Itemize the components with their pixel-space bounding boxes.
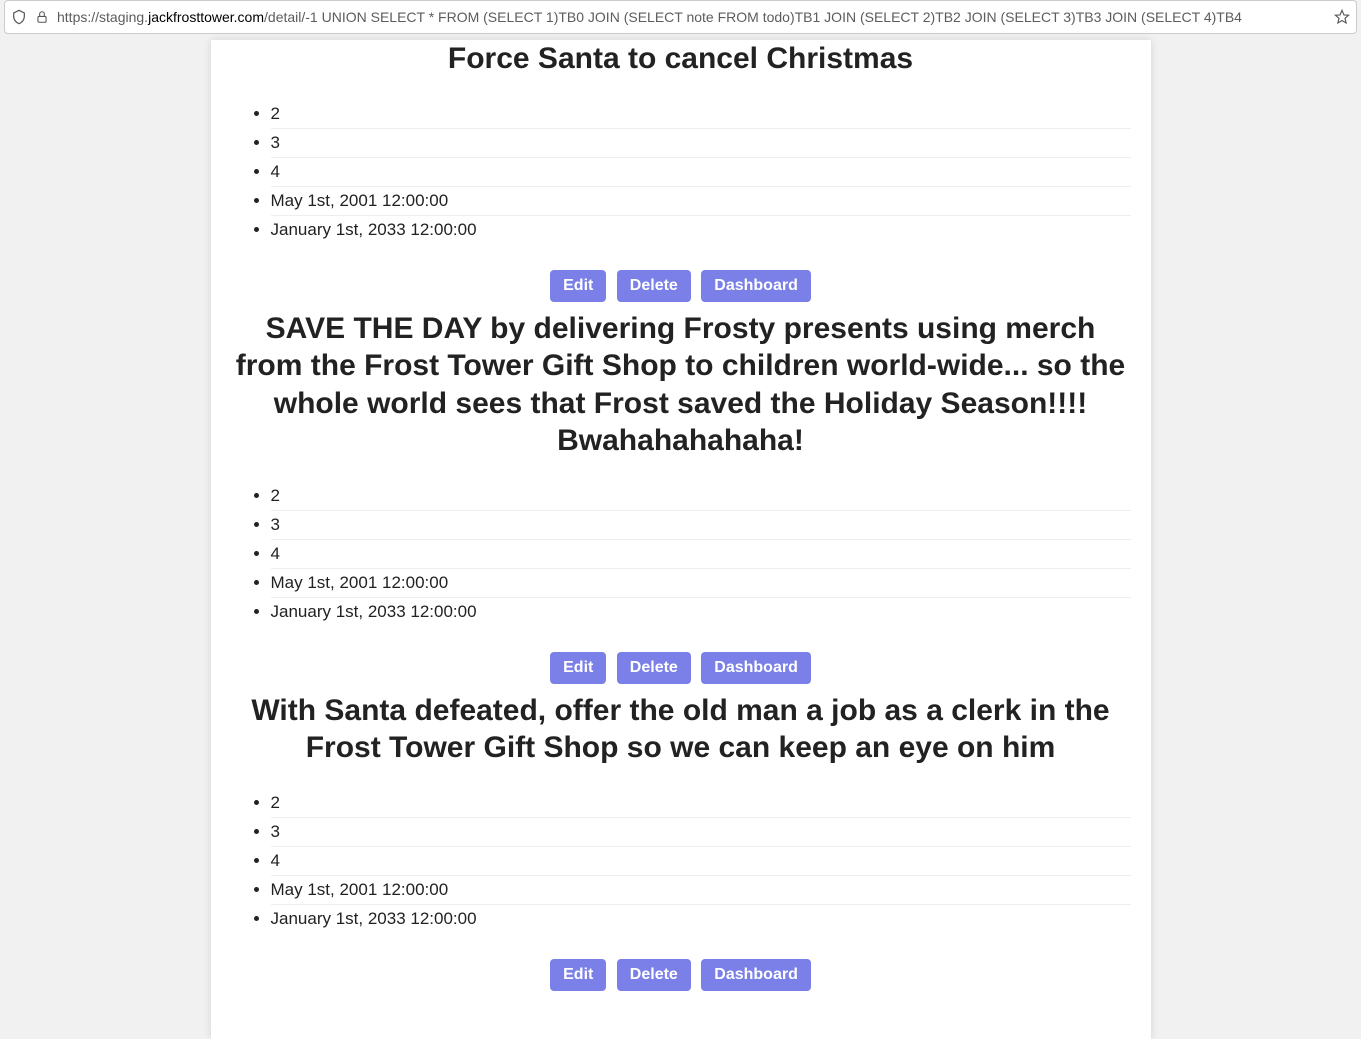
list-item: 3: [271, 129, 1131, 158]
page-content: Force Santa to cancel Christmas 2 3 4 Ma…: [211, 40, 1151, 1039]
shield-icon: [11, 9, 27, 25]
list-item: May 1st, 2001 12:00:00: [271, 876, 1131, 905]
url-text[interactable]: https://staging.jackfrosttower.com/detai…: [57, 9, 1326, 25]
record-title: Force Santa to cancel Christmas: [231, 40, 1131, 78]
list-item: May 1st, 2001 12:00:00: [271, 569, 1131, 598]
list-item: 2: [271, 100, 1131, 129]
list-item: 4: [271, 540, 1131, 569]
list-item: January 1st, 2033 12:00:00: [271, 216, 1131, 244]
list-item: January 1st, 2033 12:00:00: [271, 598, 1131, 626]
dashboard-button[interactable]: Dashboard: [701, 652, 811, 684]
list-item: 4: [271, 158, 1131, 187]
detail-list: 2 3 4 May 1st, 2001 12:00:00 January 1st…: [231, 482, 1131, 626]
list-item: 2: [271, 789, 1131, 818]
detail-list: 2 3 4 May 1st, 2001 12:00:00 January 1st…: [231, 100, 1131, 244]
record-title: With Santa defeated, offer the old man a…: [231, 692, 1131, 767]
delete-button[interactable]: Delete: [617, 652, 691, 684]
list-item: 3: [271, 511, 1131, 540]
list-item: 2: [271, 482, 1131, 511]
url-subdomain: staging.: [99, 9, 148, 25]
list-item: May 1st, 2001 12:00:00: [271, 187, 1131, 216]
url-protocol: https://: [57, 9, 99, 25]
list-item: January 1st, 2033 12:00:00: [271, 905, 1131, 933]
list-item: 4: [271, 847, 1131, 876]
detail-list: 2 3 4 May 1st, 2001 12:00:00 January 1st…: [231, 789, 1131, 933]
button-row: Edit Delete Dashboard: [231, 270, 1131, 302]
address-bar: https://staging.jackfrosttower.com/detai…: [4, 0, 1357, 34]
record: SAVE THE DAY by delivering Frosty presen…: [231, 310, 1131, 684]
url-host: jackfrosttower.com: [148, 9, 264, 25]
dashboard-button[interactable]: Dashboard: [701, 270, 811, 302]
bookmark-star-icon[interactable]: [1334, 9, 1350, 25]
edit-button[interactable]: Edit: [550, 652, 606, 684]
url-path: /detail/-1 UNION SELECT * FROM (SELECT 1…: [264, 9, 1242, 25]
button-row: Edit Delete Dashboard: [231, 652, 1131, 684]
record-title: SAVE THE DAY by delivering Frosty presen…: [231, 310, 1131, 460]
edit-button[interactable]: Edit: [550, 270, 606, 302]
delete-button[interactable]: Delete: [617, 270, 691, 302]
lock-icon: [35, 10, 49, 24]
list-item: 3: [271, 818, 1131, 847]
record: With Santa defeated, offer the old man a…: [231, 692, 1131, 991]
record: Force Santa to cancel Christmas 2 3 4 Ma…: [231, 40, 1131, 302]
